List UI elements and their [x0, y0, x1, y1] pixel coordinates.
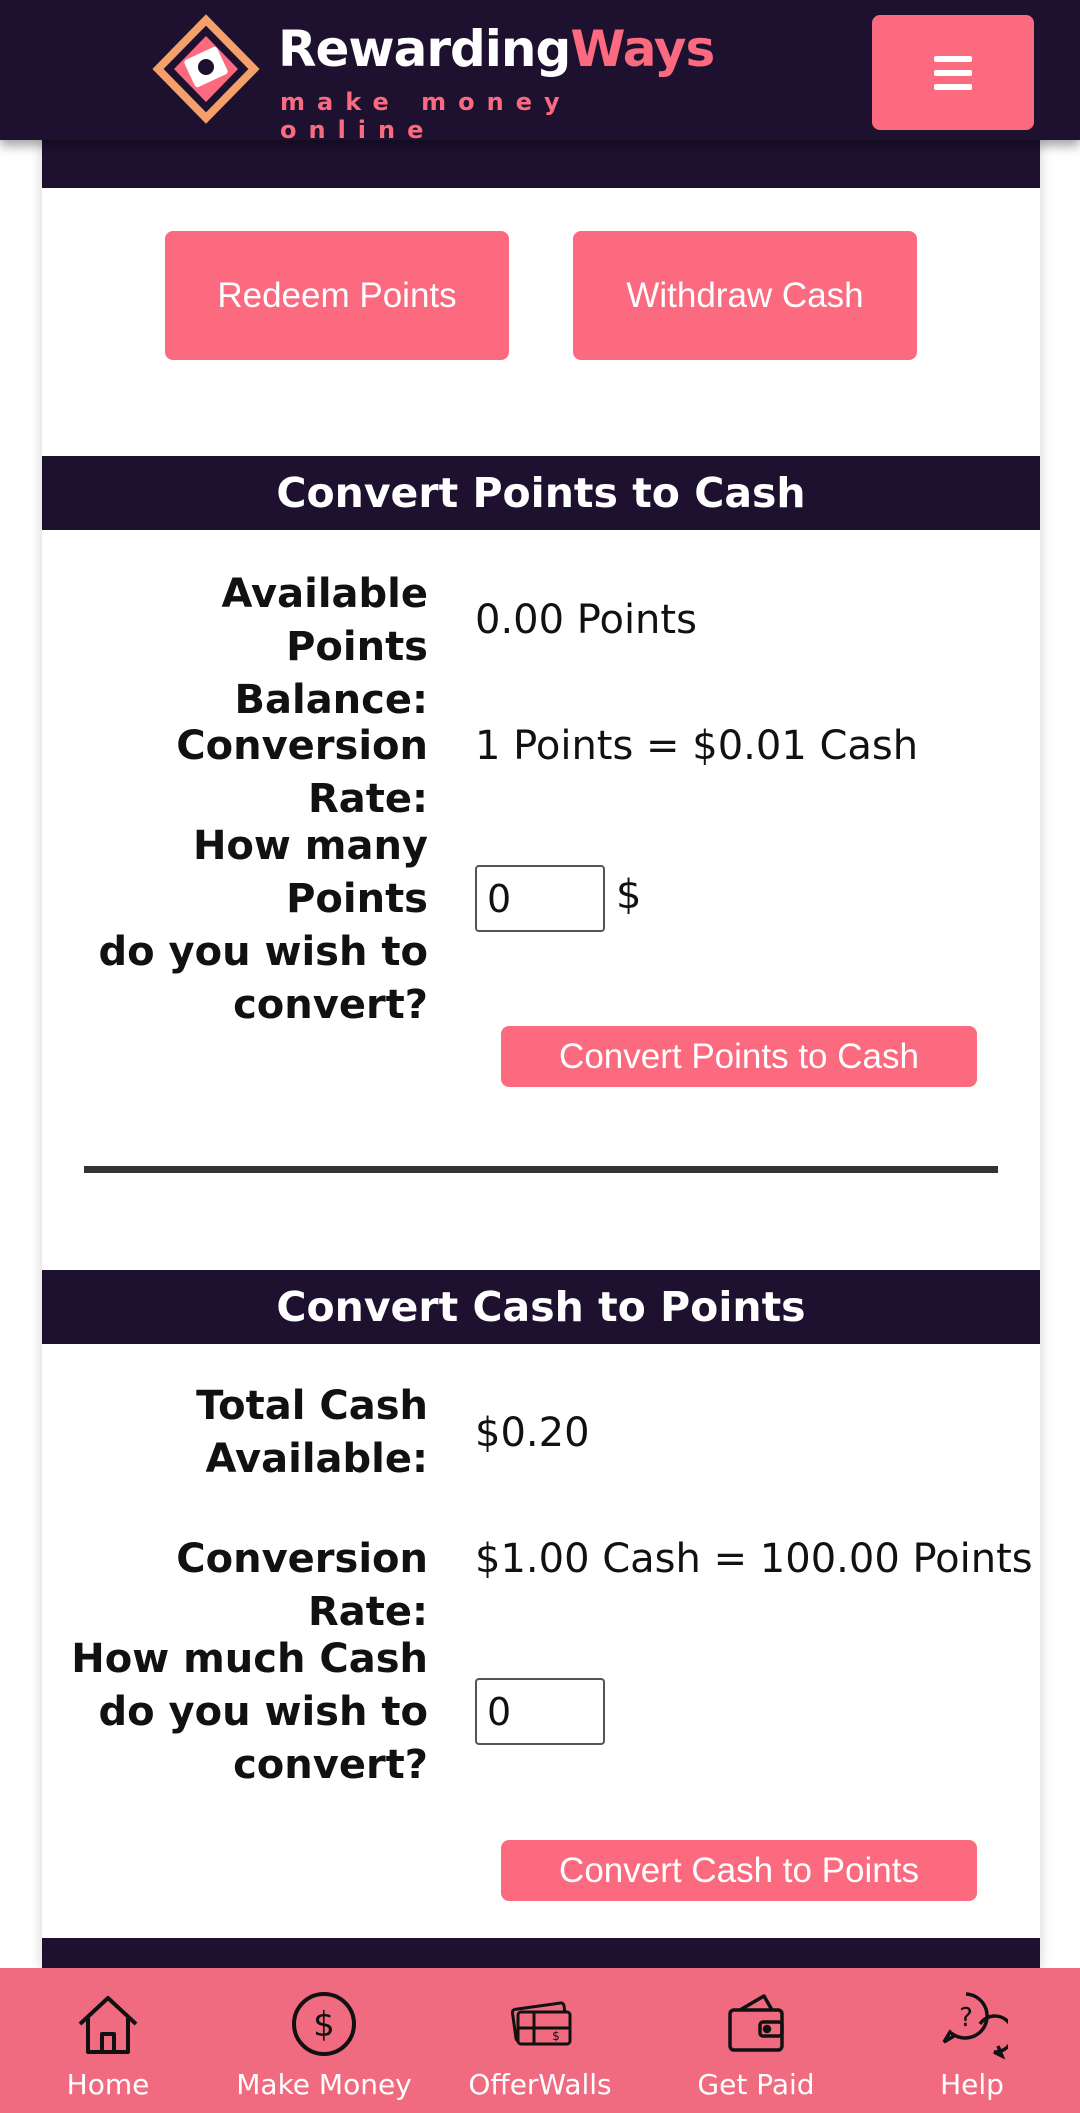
menu-bar-icon	[934, 69, 972, 76]
svg-text:$: $	[313, 2005, 335, 2045]
cash-amount-input[interactable]	[475, 1678, 605, 1745]
gift-card-icon: $	[510, 2001, 572, 2046]
nav-label-home: Home	[66, 2068, 150, 2101]
bottom-nav: Home $ Make Money $ OfferWalls Get Paid …	[0, 1968, 1080, 2113]
brand-name-part2: Ways	[570, 20, 715, 78]
nav-item-make-money[interactable]: $ Make Money	[216, 1968, 432, 2113]
svg-text:$: $	[552, 2029, 560, 2043]
points-to-cash-heading: Convert Points to Cash	[42, 456, 1040, 530]
points-balance-label: Available Points Balance:	[221, 571, 428, 723]
points-amount-label: How many Points do you wish to convert?	[98, 823, 428, 1028]
menu-bar-icon	[934, 83, 972, 90]
nav-item-help[interactable]: ? Help	[864, 1968, 1080, 2113]
cash-to-points-heading: Convert Cash to Points	[42, 1270, 1040, 1344]
home-icon	[78, 1996, 138, 2054]
section-divider	[84, 1166, 998, 1173]
cash-balance-label: Total Cash Available:	[196, 1383, 428, 1482]
nav-label-get-paid: Get Paid	[697, 2068, 815, 2101]
nav-label-make-money: Make Money	[236, 2068, 412, 2101]
convert-points-to-cash-button[interactable]: Convert Points to Cash	[501, 1026, 977, 1087]
nav-item-offerwalls[interactable]: $ OfferWalls	[432, 1968, 648, 2113]
dollar-circle-icon: $	[292, 1992, 356, 2056]
cash-rate-label: Conversion Rate:	[176, 1536, 428, 1635]
logo-mark-icon	[152, 14, 260, 124]
points-amount-input[interactable]	[475, 865, 605, 932]
nav-item-get-paid[interactable]: Get Paid	[648, 1968, 864, 2113]
brand-name-part1: Rewarding	[278, 20, 571, 78]
points-rate-value: 1 Points = $0.01 Cash	[475, 723, 919, 769]
brand-tagline: make money online	[280, 88, 572, 144]
help-chat-icon: ?	[942, 1992, 1008, 2060]
wallet-icon	[728, 1994, 784, 2052]
cash-balance-value: $0.20	[475, 1410, 590, 1456]
withdraw-cash-button[interactable]: Withdraw Cash	[573, 231, 917, 360]
cash-amount-label: How much Cash do you wish to convert?	[71, 1636, 428, 1788]
hamburger-menu-button[interactable]	[872, 15, 1034, 130]
currency-symbol: $	[616, 872, 642, 918]
points-rate-label: Conversion Rate:	[176, 723, 428, 822]
top-header: RewardingWays make money online	[0, 0, 1080, 144]
points-balance-value: 0.00 Points	[475, 597, 697, 643]
svg-text:?: ?	[959, 2003, 973, 2033]
nav-item-home[interactable]: Home	[0, 1968, 216, 2113]
convert-cash-to-points-button[interactable]: Convert Cash to Points	[501, 1840, 977, 1901]
menu-bar-icon	[934, 55, 972, 62]
nav-label-help: Help	[940, 2068, 1004, 2101]
nav-label-offerwalls: OfferWalls	[468, 2068, 612, 2101]
cash-rate-value: $1.00 Cash = 100.00 Points	[475, 1536, 1033, 1582]
redeem-points-button[interactable]: Redeem Points	[165, 231, 509, 360]
card-top-strip	[42, 140, 1040, 188]
brand-name: RewardingWays	[278, 24, 715, 74]
brand-logo[interactable]: RewardingWays make money online	[150, 14, 715, 144]
